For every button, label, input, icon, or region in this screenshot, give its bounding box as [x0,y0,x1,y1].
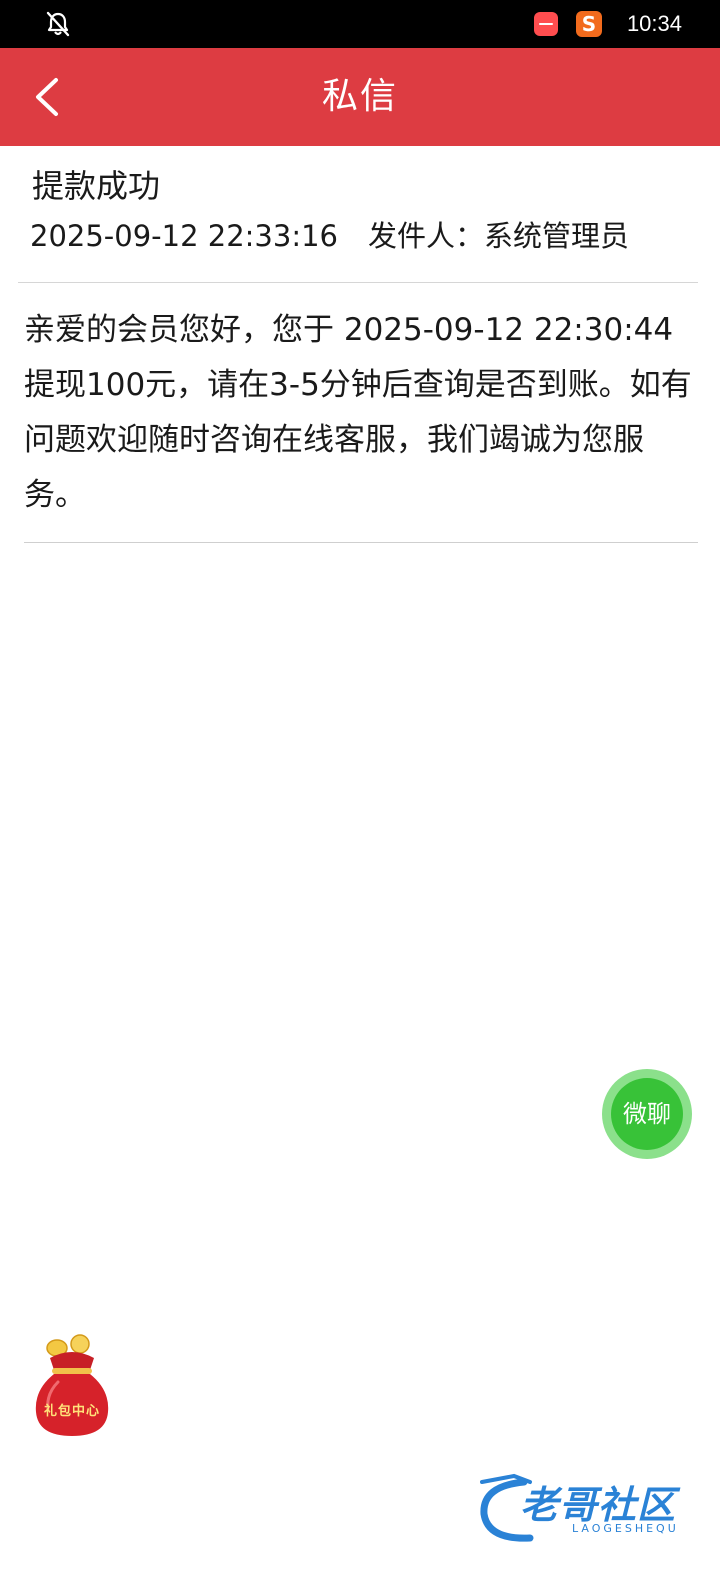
divider [24,542,698,543]
gift-center-button[interactable]: 礼包中心 [28,1334,116,1442]
message-subject: 提款成功 [32,167,161,205]
notifications-off-icon [46,11,70,37]
status-time: 10:34 [626,11,682,36]
message-body: 亲爱的会员您好，您于 2025-09-12 22:30:44 提现100元，请在… [24,312,692,513]
title-bar: 私信 [0,48,720,146]
sender-name: 系统管理员 [484,219,630,253]
watermark-subtext: LAOGESHEQU [572,1522,679,1535]
message-datetime: 2025-09-12 22:33:16 [30,219,338,253]
sender-label: 发件人： [368,219,485,253]
message-meta: 2025-09-12 22:33:16 发件人：系统管理员 [30,214,629,258]
screen: S 10:34 私信 提款成功 2025-09-12 22:33:16 发件人：系… [0,0,720,1576]
gift-bag-icon [35,1334,109,1436]
back-button[interactable] [22,70,74,124]
divider [18,282,698,283]
sogou-app-icon: S [576,11,602,37]
watermark-logo: 老哥社区 LAOGESHEQU [474,1468,704,1548]
status-bar: S 10:34 [0,0,720,48]
watermark-text: 老哥社区 [520,1483,677,1527]
app-icon-red [534,12,558,36]
chevron-left-icon [36,78,58,116]
gift-center-label: 礼包中心 [43,1404,100,1419]
chat-button-label: 微聊 [611,1078,683,1150]
chat-button[interactable]: 微聊 [602,1069,692,1159]
page-title: 私信 [321,76,398,117]
